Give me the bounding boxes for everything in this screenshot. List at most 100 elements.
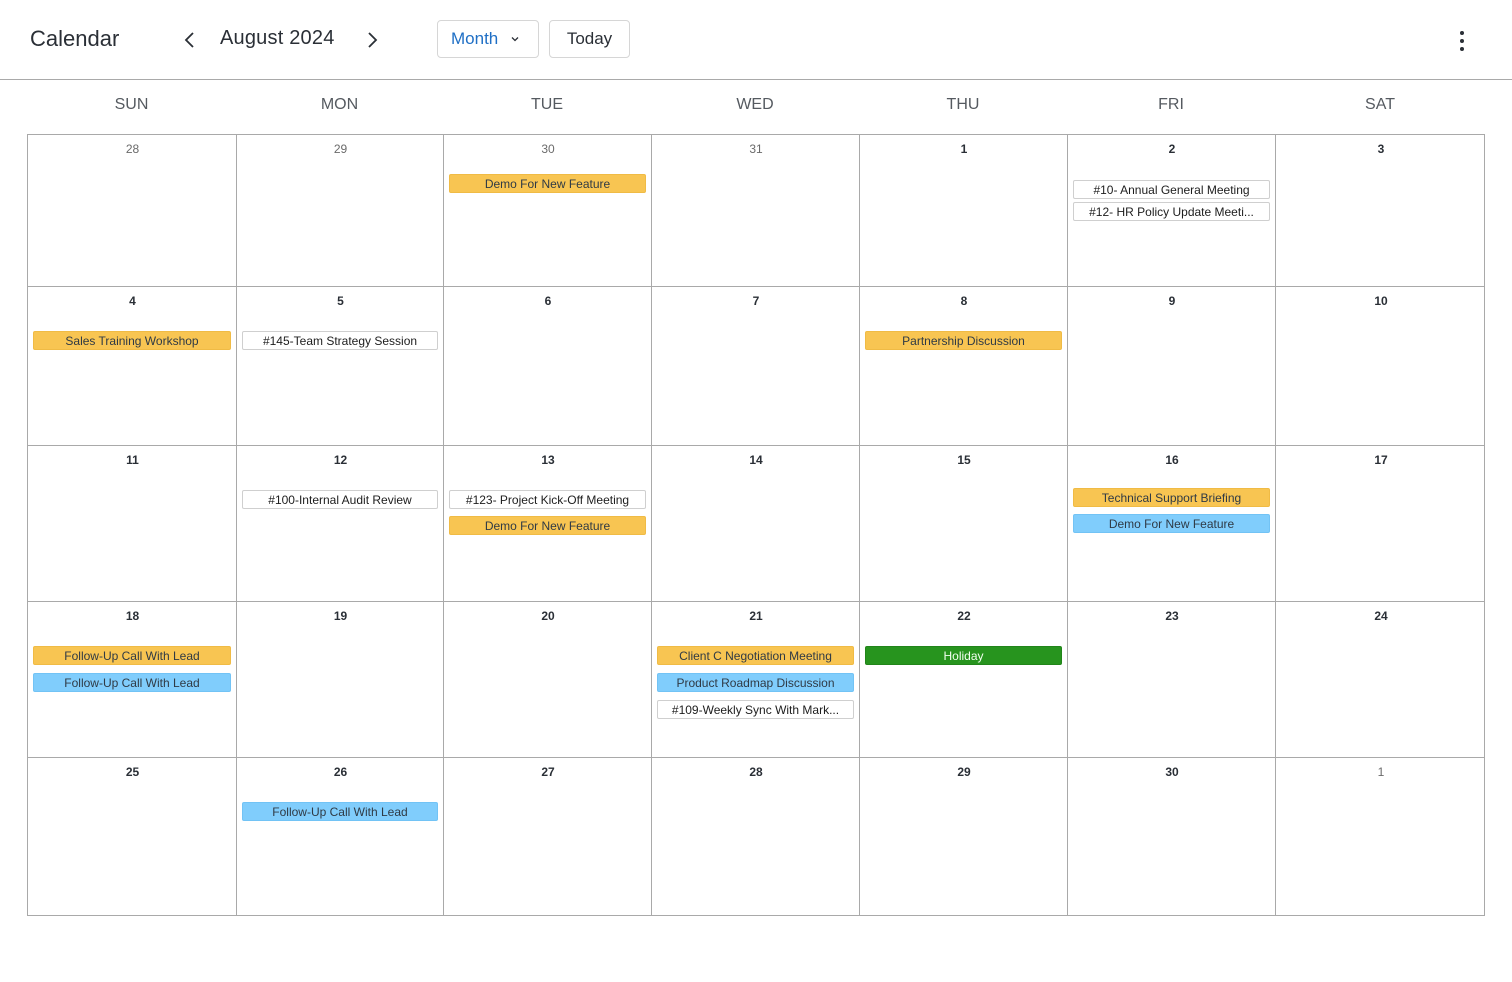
calendar-event[interactable]: Sales Training Workshop	[33, 331, 231, 350]
chevron-down-icon	[511, 37, 519, 42]
calendar-event[interactable]: Product Roadmap Discussion	[657, 673, 854, 692]
day-cell[interactable]: 20	[444, 602, 652, 758]
weekday-header-thu: THU	[946, 96, 980, 113]
day-number: 29	[333, 142, 348, 156]
day-cell[interactable]: 12 #100-Internal Audit Review	[237, 446, 444, 602]
day-cell[interactable]: 2 #10- Annual General Meeting #12- HR Poli…	[1068, 135, 1276, 287]
day-number: 11	[126, 453, 139, 467]
day-number: 4	[129, 294, 136, 308]
calendar-event[interactable]: #100-Internal Audit Review	[242, 490, 438, 509]
day-number: 16	[1165, 453, 1179, 467]
previous-month-button[interactable]	[180, 28, 200, 52]
day-cell[interactable]: 21 Client C Negotiation Meeting Product Ro…	[652, 602, 860, 758]
more-options-button[interactable]	[1452, 28, 1472, 54]
calendar-event[interactable]: Holiday	[865, 646, 1062, 665]
day-cell[interactable]: 1	[1276, 758, 1486, 917]
day-cell[interactable]: 9	[1068, 287, 1276, 446]
day-number: 29	[957, 765, 971, 779]
day-number: 7	[752, 294, 760, 308]
weekday-header-tue: TUE	[531, 96, 563, 113]
day-number: 22	[957, 609, 971, 623]
day-number: 13	[541, 453, 555, 467]
today-button[interactable]: Today	[549, 20, 630, 58]
kebab-dot	[1460, 47, 1464, 51]
day-cell[interactable]: 28	[652, 758, 860, 917]
day-cell[interactable]: 8 Partnership Discussion	[860, 287, 1068, 446]
day-number: 3	[1377, 142, 1385, 156]
weekday-header-mon: MON	[320, 96, 359, 113]
calendar-event[interactable]: Follow-Up Call With Lead	[33, 646, 231, 665]
day-cell[interactable]: 15	[860, 446, 1068, 602]
day-cell[interactable]: 6	[444, 287, 652, 446]
day-number: 18	[125, 609, 140, 623]
day-number: 5	[337, 294, 344, 308]
chevron-left-icon	[184, 32, 194, 48]
day-cell[interactable]: 10	[1276, 287, 1486, 446]
day-cell[interactable]: 18 Follow-Up Call With Lead Follow-Up Call…	[28, 602, 237, 758]
day-number: 31	[749, 142, 763, 156]
day-cell[interactable]: 28	[28, 135, 237, 287]
calendar-event[interactable]: Client C Negotiation Meeting	[657, 646, 854, 665]
day-cell[interactable]: 19	[237, 602, 444, 758]
day-number: 26	[333, 765, 348, 779]
calendar-event[interactable]: Demo For New Feature	[1073, 514, 1270, 533]
calendar-event[interactable]: Demo For New Feature	[449, 174, 646, 193]
day-number: 30	[541, 142, 555, 156]
chevron-right-icon	[368, 32, 378, 48]
day-number: 27	[541, 765, 555, 779]
day-cell[interactable]: 25	[28, 758, 237, 917]
day-cell[interactable]: 14	[652, 446, 860, 602]
day-cell[interactable]: 29	[860, 758, 1068, 917]
calendar-event[interactable]: Technical Support Briefing	[1073, 488, 1270, 507]
day-cell[interactable]: 27	[444, 758, 652, 917]
app-title: Calendar	[30, 26, 120, 51]
day-number: 9	[1168, 294, 1176, 308]
day-cell[interactable]: 7	[652, 287, 860, 446]
day-number: 1	[1377, 765, 1385, 779]
day-cell[interactable]: 16 Technical Support Briefing Demo For New…	[1068, 446, 1276, 602]
calendar-event[interactable]: Partnership Discussion	[865, 331, 1062, 350]
day-number: 14	[749, 453, 763, 467]
day-number: 25	[125, 765, 140, 779]
next-month-button[interactable]	[362, 28, 382, 52]
calendar-event[interactable]: Demo For New Feature	[449, 516, 646, 535]
day-cell[interactable]: 30	[1068, 758, 1276, 917]
day-cell[interactable]: 3	[1276, 135, 1486, 287]
current-month-label: August 2024	[220, 27, 335, 49]
day-cell[interactable]: 13 #123- Project Kick-Off Meeting Demo For…	[444, 446, 652, 602]
calendar-event[interactable]: #123- Project Kick-Off Meeting	[449, 490, 646, 509]
calendar-event[interactable]: Follow-Up Call With Lead	[33, 673, 231, 692]
day-cell[interactable]: 4 Sales Training Workshop	[28, 287, 237, 446]
day-cell[interactable]: 26 Follow-Up Call With Lead	[237, 758, 444, 917]
day-cell[interactable]: 22 Holiday	[860, 602, 1068, 758]
day-cell[interactable]: 24	[1276, 602, 1486, 758]
calendar-event[interactable]: #12- HR Policy Update Meeti...	[1073, 202, 1270, 221]
day-cell[interactable]: 1	[860, 135, 1068, 287]
top-bar: Calendar August 2024 Month Today	[0, 0, 1512, 80]
day-number: 24	[1374, 609, 1388, 623]
calendar-event[interactable]: #109-Weekly Sync With Mark...	[657, 700, 854, 719]
day-cell[interactable]: 30 Demo For New Feature	[444, 135, 652, 287]
day-cell[interactable]: 23	[1068, 602, 1276, 758]
month-grid: 28 29 30 Demo For New Feature 31 1 2 #10- Annua…	[27, 134, 1485, 916]
day-cell[interactable]: 11	[28, 446, 237, 602]
weekday-header-fri: FRI	[1158, 96, 1184, 113]
calendar-event[interactable]: Follow-Up Call With Lead	[242, 802, 438, 821]
day-cell[interactable]: 29	[237, 135, 444, 287]
kebab-dot	[1460, 39, 1464, 43]
day-number: 30	[1165, 765, 1179, 779]
calendar-event[interactable]: #10- Annual General Meeting	[1073, 180, 1270, 199]
view-mode-select[interactable]: Month	[437, 20, 539, 58]
calendar-event[interactable]: #145-Team Strategy Session	[242, 331, 438, 350]
day-number: 20	[541, 609, 555, 623]
day-number: 2	[1168, 142, 1176, 156]
day-number: 6	[544, 294, 552, 308]
day-number: 28	[125, 142, 140, 156]
kebab-dot	[1460, 31, 1464, 35]
day-cell[interactable]: 17	[1276, 446, 1486, 602]
day-cell[interactable]: 5 #145-Team Strategy Session	[237, 287, 444, 446]
day-number: 8	[960, 294, 968, 308]
day-number: 17	[1374, 453, 1388, 467]
day-number: 12	[333, 453, 348, 467]
day-cell[interactable]: 31	[652, 135, 860, 287]
